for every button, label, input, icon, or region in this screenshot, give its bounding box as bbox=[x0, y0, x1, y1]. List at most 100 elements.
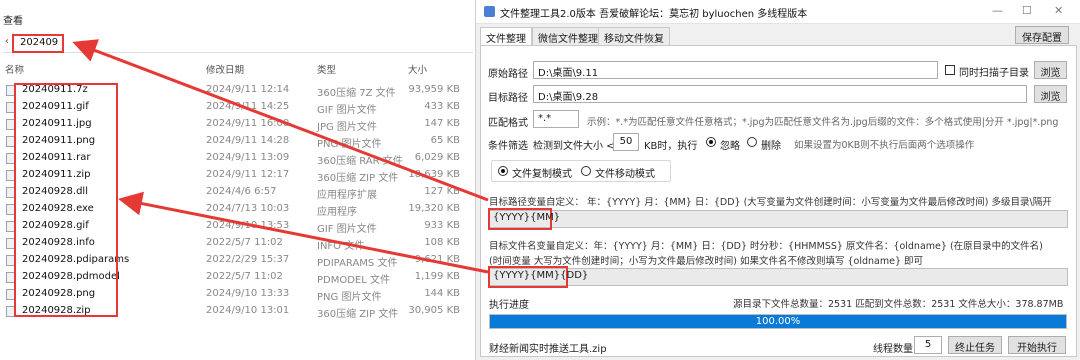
close-icon[interactable]: ✕ bbox=[1054, 4, 1063, 17]
file-date: 2022/5/7 11:02 bbox=[206, 237, 283, 248]
column-header: 名称 修改日期 类型 大小 bbox=[0, 60, 475, 76]
file-date: 2024/9/11 14:28 bbox=[206, 135, 290, 146]
file-size: 18,639 KB bbox=[408, 169, 460, 180]
file-date: 2024/7/13 10:03 bbox=[206, 203, 290, 214]
status-file: 财经新闻实时推送工具.zip bbox=[489, 344, 607, 355]
file-size: 127 KB bbox=[424, 186, 460, 197]
source-path-label: 原始路径 bbox=[488, 69, 528, 80]
file-type: GIF 图片文件 bbox=[317, 105, 377, 116]
file-type: 360压缩 7Z 文件 bbox=[317, 88, 396, 99]
file-size: 144 KB bbox=[424, 288, 460, 299]
file-type: PDMODEL 文件 bbox=[317, 275, 390, 286]
pattern-input[interactable]: *.* bbox=[533, 110, 579, 128]
file-type: JPG 图片文件 bbox=[317, 122, 377, 133]
dir-var-input[interactable]: {YYYY}{MM} bbox=[488, 208, 560, 230]
progress-bar: 100.00% bbox=[489, 314, 1067, 329]
main-panel: 原始路径 D:\桌面\9.11 同时扫描子目录 浏览 目标路径 D:\桌面\9.… bbox=[480, 45, 1077, 357]
file-date: 2022/5/7 11:02 bbox=[206, 271, 283, 282]
file-date: 2024/9/11 16:00 bbox=[206, 118, 290, 129]
tab-move-recover[interactable]: 移动文件恢复 bbox=[598, 27, 670, 45]
title-bar: 文件整理工具2.0版本 吾爱破解论坛：莫忘初 byluochen 多线程版本 —… bbox=[476, 0, 1080, 24]
file-explorer: 查看 ‹ 202409 名称 修改日期 类型 大小 20240911.7z 202… bbox=[0, 0, 475, 360]
save-config-button[interactable]: 保存配置 bbox=[1015, 26, 1069, 44]
mode-group: 文件复制模式 文件移动模式 bbox=[491, 160, 671, 182]
file-type: 360压缩 ZIP 文件 bbox=[317, 173, 399, 184]
delete-radio[interactable] bbox=[747, 137, 757, 147]
browse-source-button[interactable]: 浏览 bbox=[1034, 61, 1067, 79]
chevron-left-icon[interactable]: ‹ bbox=[5, 36, 9, 47]
menu-view[interactable]: 查看 bbox=[3, 12, 23, 27]
file-size: 30,905 KB bbox=[408, 305, 460, 316]
target-path-label: 目标路径 bbox=[488, 93, 528, 104]
file-size: 93,959 KB bbox=[408, 84, 460, 95]
target-path-input[interactable]: D:\桌面\9.28 bbox=[533, 85, 1027, 103]
file-type: 360压缩 ZIP 文件 bbox=[317, 309, 399, 320]
file-size: 6,029 KB bbox=[414, 152, 460, 163]
col-name[interactable]: 名称 bbox=[5, 62, 24, 76]
window-title: 文件整理工具2.0版本 吾爱破解论坛：莫忘初 byluochen 多线程版本 bbox=[500, 9, 808, 20]
file-type: INFO 文件 bbox=[317, 241, 365, 252]
file-size: 147 KB bbox=[424, 118, 460, 129]
threads-input[interactable]: 5 bbox=[914, 336, 942, 354]
file-date: 2024/9/11 12:14 bbox=[206, 84, 290, 95]
file-size: 19,320 KB bbox=[408, 203, 460, 214]
file-size: 9,621 KB bbox=[414, 254, 460, 265]
address-folder-name[interactable]: 202409 bbox=[12, 34, 64, 53]
file-date: 2024/9/11 13:09 bbox=[206, 152, 290, 163]
col-size[interactable]: 大小 bbox=[408, 62, 427, 76]
minimize-icon[interactable]: — bbox=[992, 4, 1003, 17]
filename-highlight-box bbox=[14, 83, 118, 317]
file-type: PDIPARAMS 文件 bbox=[317, 258, 398, 269]
tool-window: 文件整理工具2.0版本 吾爱破解论坛：莫忘初 byluochen 多线程版本 —… bbox=[475, 0, 1080, 360]
filter-size-input[interactable]: 50 bbox=[613, 133, 639, 151]
file-date: 2024/9/11 14:25 bbox=[206, 101, 290, 112]
file-date: 2024/9/10 13:01 bbox=[206, 305, 290, 316]
stop-button[interactable]: 终止任务 bbox=[948, 336, 1002, 354]
pattern-label: 匹配格式 bbox=[488, 118, 528, 129]
file-type: 应用程序 bbox=[317, 207, 357, 218]
browse-target-button[interactable]: 浏览 bbox=[1034, 85, 1067, 103]
tab-wechat-organize[interactable]: 微信文件整理 bbox=[532, 27, 604, 45]
maximize-icon[interactable]: ☐ bbox=[1022, 4, 1032, 17]
file-type: 应用程序扩展 bbox=[317, 190, 377, 201]
progress-percent: 100.00% bbox=[755, 316, 801, 327]
file-type: PNG 图片文件 bbox=[317, 139, 382, 150]
file-date: 2024/9/11 12:17 bbox=[206, 169, 290, 180]
file-size: 65 KB bbox=[430, 135, 460, 146]
name-var-label: 目标文件名变量自定义：年：{YYYY} 月：{MM} 日：{DD} 时分秒：{H… bbox=[489, 241, 1043, 252]
scan-subdirs-label: 同时扫描子目录 bbox=[959, 68, 1029, 79]
filter-hint: 如果设置为0KB则不执行后面两个选项操作 bbox=[794, 140, 975, 151]
filter-label: 条件筛选 bbox=[488, 141, 528, 152]
file-size: 933 KB bbox=[424, 220, 460, 231]
progress-label: 执行进度 bbox=[489, 300, 529, 311]
file-size: 1,199 KB bbox=[414, 271, 460, 282]
tab-file-organize[interactable]: 文件整理 bbox=[480, 27, 532, 46]
move-mode-label: 文件移动模式 bbox=[595, 169, 655, 180]
file-size: 108 KB bbox=[424, 237, 460, 248]
file-date: 2024/4/6 6:57 bbox=[206, 186, 277, 197]
dir-var-field[interactable] bbox=[488, 210, 1068, 228]
delete-label: 删除 bbox=[761, 141, 781, 152]
start-button[interactable]: 开始执行 bbox=[1008, 336, 1066, 354]
stats-text: 源目录下文件总数量：2531 匹配到文件总数：2531 文件总大小：378.87… bbox=[733, 299, 1064, 310]
ignore-radio[interactable] bbox=[706, 137, 716, 147]
app-icon bbox=[484, 6, 495, 17]
filter-prefix: 检测到文件大小 < bbox=[533, 141, 615, 152]
copy-mode-radio[interactable] bbox=[498, 166, 508, 176]
file-size: 433 KB bbox=[424, 101, 460, 112]
col-date[interactable]: 修改日期 bbox=[206, 62, 244, 76]
copy-mode-label: 文件复制模式 bbox=[512, 169, 572, 180]
address-bar[interactable]: ‹ 202409 bbox=[3, 33, 473, 53]
name-var-input[interactable]: {YYYY}{MM}{DD} bbox=[488, 266, 588, 288]
file-date: 2022/2/29 15:37 bbox=[206, 254, 290, 265]
file-date: 2024/9/10 13:33 bbox=[206, 288, 290, 299]
source-path-input[interactable]: D:\桌面\9.11 bbox=[533, 61, 938, 79]
scan-subdirs-checkbox[interactable] bbox=[945, 65, 955, 75]
pattern-hint: 示例：*.*为匹配任意文件任意格式；*.jpg为匹配任意文件名为.jpg后缀的文… bbox=[587, 117, 1059, 128]
col-type[interactable]: 类型 bbox=[317, 62, 336, 76]
threads-label: 线程数量 bbox=[873, 344, 913, 355]
move-mode-radio[interactable] bbox=[581, 166, 591, 176]
dir-var-label: 目标路径变量自定义： 年：{YYYY} 月：{MM} 日：{DD} (大写变量为… bbox=[489, 197, 1052, 208]
file-date: 2024/9/10 13:53 bbox=[206, 220, 290, 231]
file-type: 360压缩 RAR 文件 bbox=[317, 156, 403, 167]
